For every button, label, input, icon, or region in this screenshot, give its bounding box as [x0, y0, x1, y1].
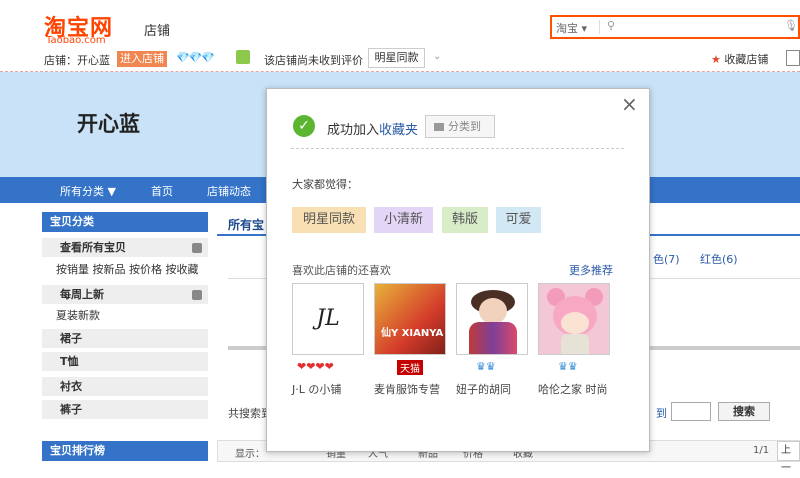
search-scope-select[interactable]: 淘宝 ▾: [556, 20, 587, 36]
favorites-link[interactable]: 收藏夹: [379, 123, 418, 138]
crown-rating-icon: ♛♛: [558, 360, 578, 373]
sidebar-item-shirts[interactable]: 衬衣: [42, 377, 208, 397]
sidebar-weekly-new[interactable]: 每周上新: [42, 285, 208, 305]
sidebar-title: 宝贝分类: [42, 212, 208, 232]
divider: [291, 148, 624, 149]
qr-code-icon[interactable]: [786, 50, 800, 66]
shop-name[interactable]: 妞子的胡同: [456, 381, 511, 397]
search-input[interactable]: [620, 19, 770, 35]
shop-thumbnail[interactable]: [538, 283, 610, 355]
microphone-icon[interactable]: 🎙: [784, 19, 798, 32]
main-title: 所有宝: [228, 218, 265, 232]
style-tag-button[interactable]: 明星同款: [368, 48, 425, 68]
sidebar-item-pants[interactable]: 裤子: [42, 400, 208, 420]
shop-logo-text: JL: [316, 306, 340, 331]
prev-page-button[interactable]: 上一: [777, 441, 800, 474]
tmall-badge: 天猫: [397, 360, 423, 375]
collapse-icon[interactable]: [192, 290, 202, 300]
sidebar-item-skirts[interactable]: 裙子: [42, 329, 208, 349]
price-to-input[interactable]: [671, 402, 711, 421]
chevron-down-icon[interactable]: ⌄: [433, 51, 441, 62]
sidebar-view-all[interactable]: 查看所有宝贝: [42, 238, 208, 258]
doll-image: [561, 312, 589, 334]
crown-rating-icon: ♛♛: [476, 360, 496, 373]
sidebar-sort-links[interactable]: 按销量 按新品 按价格 按收藏: [42, 260, 208, 280]
sort-label: 显示：: [235, 449, 265, 460]
tag-fresh[interactable]: 小清新: [374, 207, 433, 233]
shop-image: [375, 284, 445, 354]
tag-cute[interactable]: 可爱: [496, 207, 541, 233]
search-box: 淘宝 ▾ ⚲ 🎙: [550, 15, 800, 39]
close-icon[interactable]: ×: [621, 94, 638, 114]
to-label: 到: [656, 407, 667, 420]
divider: [599, 20, 600, 34]
everyone-thinks-label: 大家都觉得：: [292, 178, 358, 191]
section-label: 店铺: [144, 24, 171, 39]
search-button[interactable]: 搜索: [718, 402, 770, 421]
shop-name[interactable]: 麦肯服饰专营: [374, 381, 440, 397]
classify-button[interactable]: 分类到: [425, 115, 495, 138]
star-icon: ★: [711, 53, 721, 66]
shop-logo-text: 仙Y XIANYA: [381, 328, 444, 339]
also-like-label: 喜欢此店铺的还喜欢: [292, 264, 391, 277]
model-image: [469, 322, 517, 354]
enter-shop-button[interactable]: 进入店铺: [117, 51, 167, 67]
color-filter-red[interactable]: 红色(6): [700, 251, 738, 267]
ranking-title: 宝贝排行榜: [42, 441, 208, 461]
banner-shop-name: 开心蓝: [77, 112, 140, 136]
collapse-icon[interactable]: [192, 243, 202, 253]
check-icon: ✓: [293, 115, 315, 137]
sidebar-summer-new[interactable]: 夏装新款: [42, 306, 208, 326]
heart-rating-icon: ❤❤❤❤: [297, 360, 334, 373]
diamond-rating-icon: 💎💎💎: [176, 51, 215, 64]
shop-name[interactable]: J·L の小铺: [292, 381, 341, 397]
shop-name[interactable]: 哈伦之家 时尚: [538, 381, 608, 397]
page-indicator: 1/1: [753, 445, 770, 456]
nav-all-categories[interactable]: 所有分类 ▼: [60, 183, 116, 199]
model-image: [479, 298, 507, 324]
favorite-shop-button[interactable]: ★ 收藏店铺: [711, 51, 768, 67]
nav-home[interactable]: 首页: [151, 183, 173, 199]
folder-icon: [434, 123, 444, 131]
nav-shop-news[interactable]: 店铺动态: [207, 183, 251, 199]
shop-label: 店铺：开心蓝: [44, 54, 110, 67]
doll-image: [561, 334, 589, 354]
more-recommendations-link[interactable]: 更多推荐: [569, 262, 613, 278]
search-icon: ⚲: [607, 19, 616, 32]
shop-thumbnail[interactable]: JL: [292, 283, 364, 355]
shop-thumbnail[interactable]: 仙Y XIANYA: [374, 283, 446, 355]
taobao-logo-en: Taobao.com: [46, 35, 106, 46]
color-filter-option[interactable]: 色(7): [653, 251, 680, 267]
sidebar-item-tshirts[interactable]: T恤: [42, 352, 208, 372]
tag-star-style[interactable]: 明星同款: [292, 207, 366, 233]
wangwang-chat-icon[interactable]: [236, 50, 250, 64]
shop-thumbnail[interactable]: [456, 283, 528, 355]
rating-note: 该店铺尚未收到评价: [264, 54, 363, 67]
success-message: 成功加入收藏夹: [327, 123, 419, 138]
tag-korean[interactable]: 韩版: [442, 207, 488, 233]
